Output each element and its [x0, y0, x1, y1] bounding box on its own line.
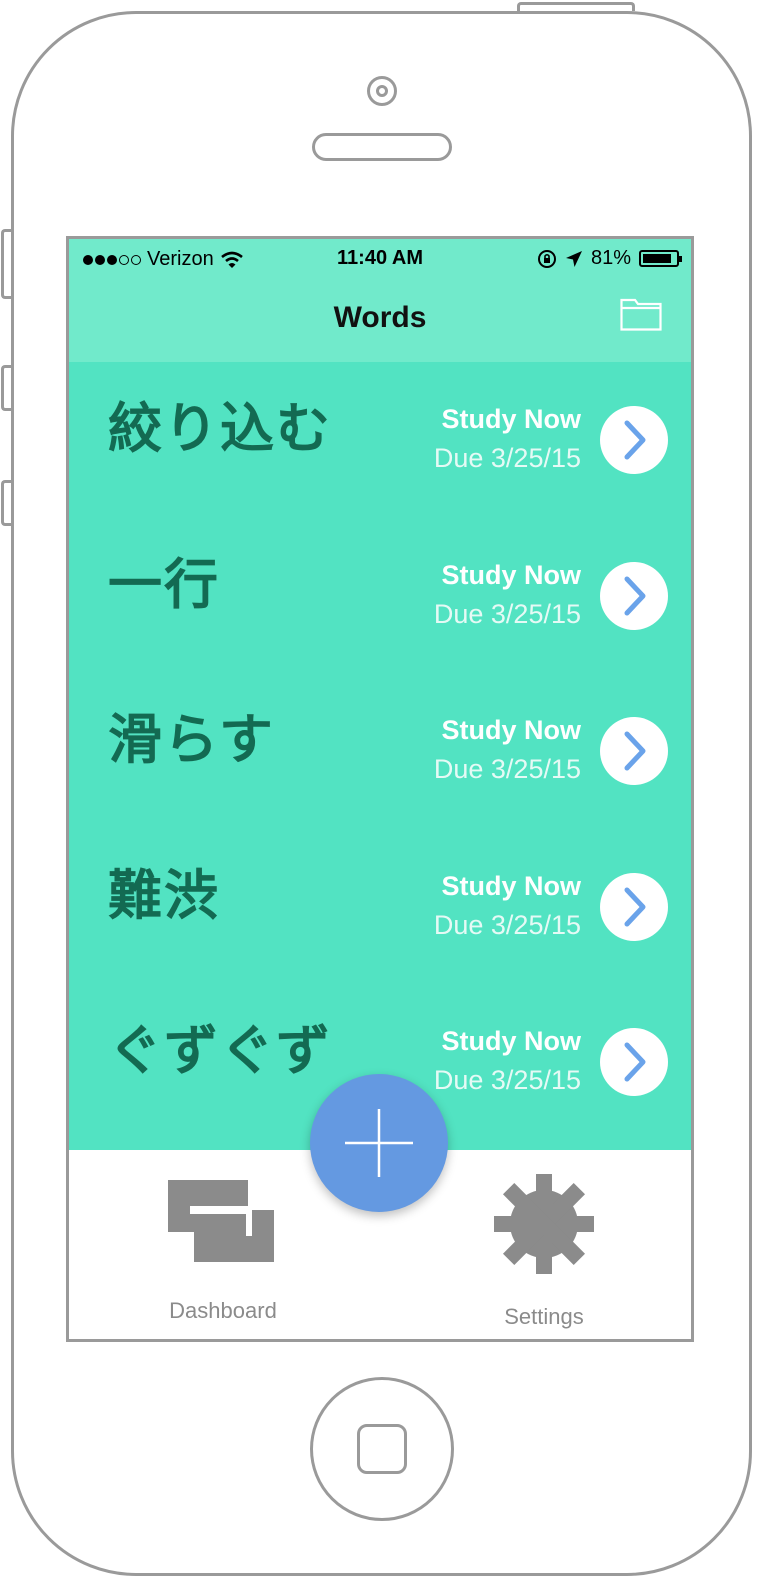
word-text: ぐずぐず [108, 1019, 332, 1082]
home-button-square [357, 1424, 407, 1474]
page-title: Words [333, 301, 427, 334]
earpiece-speaker [312, 133, 452, 161]
word-row[interactable]: 一行 Study Now Due 3/25/15 [69, 518, 691, 673]
chevron-right-icon [624, 731, 646, 771]
word-text: 滑らす [108, 708, 275, 771]
orientation-lock-icon [537, 249, 556, 268]
status-right: 81% [537, 247, 682, 270]
dashboard-icon [168, 1180, 274, 1262]
word-row[interactable]: 難渋 Study Now Due 3/25/15 [69, 829, 691, 984]
due-date: Due 3/25/15 [433, 443, 581, 473]
app-screen: Verizon 11:40 AM 81% Words 絞り込む Study No… [66, 236, 694, 1342]
study-now-label[interactable]: Study Now [442, 871, 582, 902]
tab-settings[interactable]: Settings [474, 1174, 614, 1330]
tab-dashboard[interactable]: Dashboard [153, 1180, 293, 1324]
chevron-right-icon [624, 1042, 646, 1082]
home-button[interactable] [310, 1377, 454, 1521]
due-date: Due 3/25/15 [433, 598, 581, 629]
power-button [517, 2, 635, 11]
word-row[interactable]: 滑らす Study Now Due 3/25/15 [69, 673, 691, 828]
word-row[interactable]: 絞り込む Study Now Due 3/25/15 [69, 362, 691, 517]
open-word-button[interactable] [600, 406, 668, 474]
due-date: Due 3/25/15 [433, 909, 581, 940]
navigation-bar: Verizon 11:40 AM 81% Words [69, 239, 691, 362]
gear-icon [494, 1174, 594, 1274]
open-word-button[interactable] [600, 717, 668, 785]
location-icon [565, 250, 582, 267]
study-now-label[interactable]: Study Now [442, 1026, 582, 1057]
chevron-right-icon [624, 887, 646, 926]
study-now-label[interactable]: Study Now [442, 560, 582, 591]
open-word-button[interactable] [600, 1028, 668, 1096]
due-date: Due 3/25/15 [433, 754, 581, 784]
word-text: 絞り込む [108, 397, 332, 460]
tab-dashboard-label: Dashboard [169, 1298, 277, 1323]
folder-icon[interactable] [620, 297, 662, 331]
study-now-label[interactable]: Study Now [442, 715, 582, 746]
plus-icon [345, 1109, 413, 1177]
open-word-button[interactable] [600, 561, 668, 630]
status-bar: Verizon 11:40 AM 81% [69, 239, 691, 279]
front-camera [367, 76, 397, 106]
open-word-button[interactable] [600, 872, 668, 941]
due-date: Due 3/25/15 [433, 1065, 581, 1095]
battery-icon [639, 250, 682, 267]
chevron-right-icon [624, 420, 646, 460]
add-word-button[interactable] [310, 1074, 448, 1212]
battery-percent: 81% [590, 247, 631, 269]
word-text: 一行 [108, 552, 220, 616]
tab-settings-label: Settings [504, 1304, 584, 1329]
word-text: 難渋 [108, 863, 220, 927]
chevron-right-icon [624, 576, 646, 615]
study-now-label[interactable]: Study Now [442, 404, 582, 435]
